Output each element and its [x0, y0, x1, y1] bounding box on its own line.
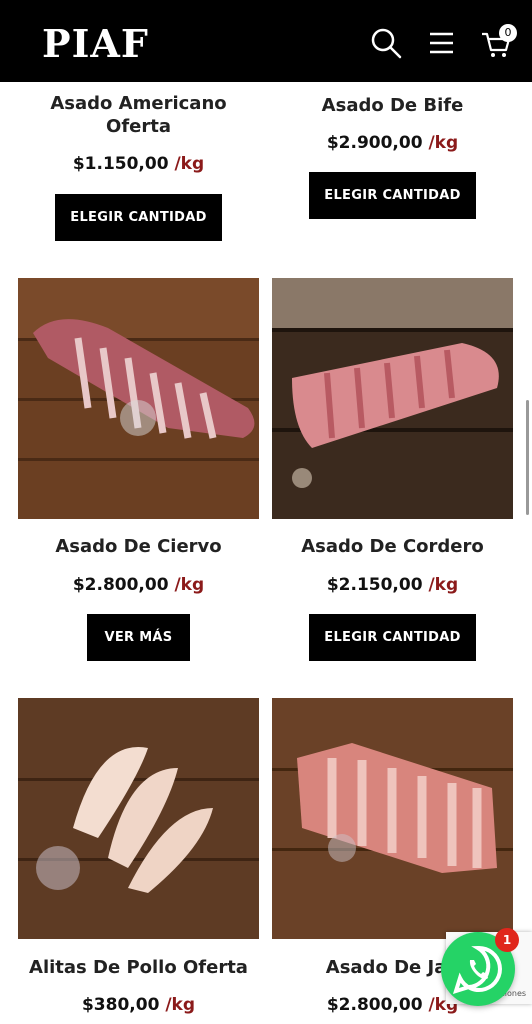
product-price: $2.900,00 /kg — [272, 132, 513, 154]
product-image[interactable] — [18, 278, 259, 519]
price-unit: /kg — [428, 575, 459, 595]
price-value: $2.150,00 — [326, 575, 423, 595]
search-icon[interactable] — [369, 26, 403, 60]
menu-icon[interactable] — [425, 26, 459, 60]
site-header: PIAF 0 — [0, 0, 532, 82]
choose-quantity-button[interactable]: ELEGIR CANTIDAD — [309, 614, 476, 661]
product-title[interactable]: Asado Americano Oferta — [18, 92, 259, 138]
choose-quantity-button[interactable]: ELEGIR CANTIDAD — [55, 194, 222, 241]
product-image[interactable] — [272, 278, 513, 519]
price-value: $1.150,00 — [72, 154, 169, 174]
product-title[interactable]: Alitas De Pollo Oferta — [18, 956, 259, 979]
whatsapp-notification-badge: 1 — [495, 928, 519, 952]
logo[interactable]: PIAF — [42, 22, 149, 66]
price-value: $380,00 — [81, 995, 160, 1015]
view-more-button[interactable]: VER MÁS — [87, 614, 190, 661]
product-title[interactable]: Asado De Ciervo — [18, 535, 259, 558]
scrollbar[interactable] — [526, 400, 529, 515]
price-value: $2.900,00 — [326, 133, 423, 153]
price-unit: /kg — [428, 133, 459, 153]
choose-quantity-button[interactable]: ELEGIR CANTIDAD — [309, 172, 476, 219]
product-price: $2.150,00 /kg — [272, 574, 513, 596]
price-unit: /kg — [174, 154, 205, 174]
price-value: $2.800,00 — [326, 995, 423, 1015]
product-grid: Asado Americano Oferta $1.150,00 /kg ELE… — [0, 82, 532, 1024]
price-value: $2.800,00 — [72, 575, 169, 595]
product-image[interactable] — [272, 698, 513, 939]
product-price: $380,00 /kg — [18, 994, 259, 1016]
price-unit: /kg — [174, 575, 205, 595]
price-unit: /kg — [165, 995, 196, 1015]
product-price: $1.150,00 /kg — [18, 153, 259, 175]
cart-count-badge: 0 — [499, 24, 517, 42]
product-price: $2.800,00 /kg — [18, 574, 259, 596]
product-title[interactable]: Asado De Cordero — [272, 535, 513, 558]
product-image[interactable] — [18, 698, 259, 939]
product-title[interactable]: Asado De Bife — [272, 94, 513, 117]
